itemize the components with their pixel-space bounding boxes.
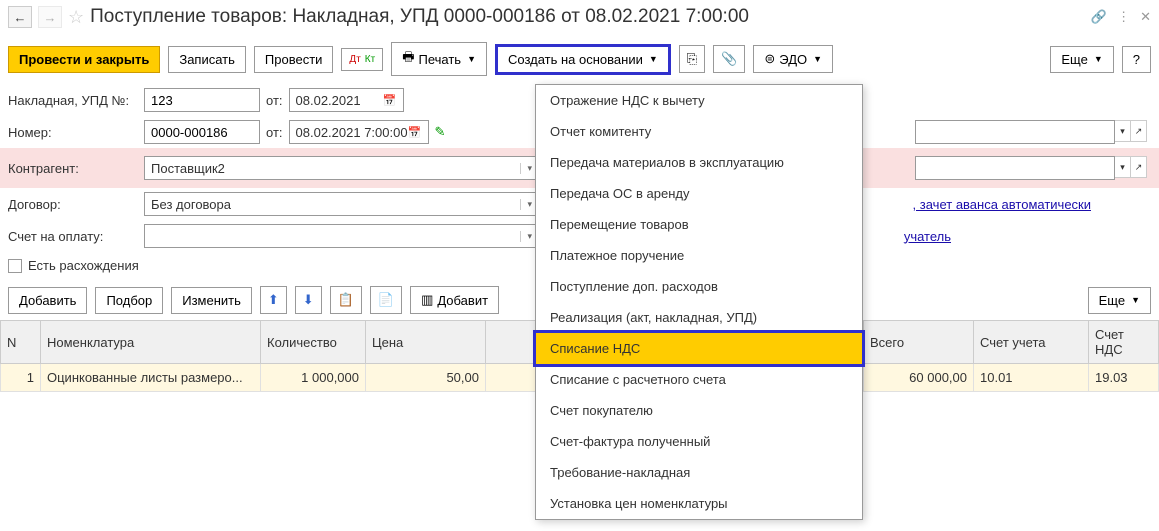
account-select[interactable]: ▾	[144, 224, 539, 248]
from-label-2: от:	[266, 125, 283, 140]
account-label: Счет на оплату:	[8, 229, 138, 244]
contract-link[interactable]: , зачет аванса автоматически	[913, 197, 1091, 212]
post-button[interactable]: Провести	[254, 46, 334, 73]
menu-item[interactable]: Списание с расчетного счета	[536, 364, 862, 395]
menu-item[interactable]: Реализация (акт, накладная, УПД)	[536, 302, 862, 333]
attach-button[interactable]: 📎	[713, 45, 745, 73]
contragent-select[interactable]: Поставщик2▾	[144, 156, 539, 180]
menu-item[interactable]: Счет покупателю	[536, 395, 862, 426]
paste-button[interactable]: 📄	[370, 286, 402, 314]
save-button[interactable]: Записать	[168, 46, 246, 73]
contract-select[interactable]: Без договора▾	[144, 192, 539, 216]
discrepancy-checkbox[interactable]	[8, 259, 22, 273]
link-icon[interactable]: 🔗	[1091, 9, 1107, 25]
add-button[interactable]: Добавить	[8, 287, 87, 314]
calendar-icon[interactable]: 📅	[383, 94, 397, 107]
col-qty[interactable]: Количество	[261, 321, 366, 364]
forward-button[interactable]: →	[38, 6, 62, 28]
menu-item[interactable]: Поступление доп. расходов	[536, 271, 862, 302]
edit-button[interactable]: Изменить	[171, 287, 252, 314]
menu-item[interactable]: Установка цен номенклатуры	[536, 488, 862, 519]
invoice-date-input[interactable]: 08.02.2021📅	[289, 88, 404, 112]
right-select-1[interactable]	[915, 120, 1115, 144]
print-button[interactable]: 🖶 Печать ▼	[391, 42, 487, 76]
open-icon[interactable]: ↗	[1131, 156, 1147, 178]
menu-item[interactable]: Передача материалов в эксплуатацию	[536, 147, 862, 178]
dropdown-icon[interactable]: ▾	[1115, 156, 1131, 178]
col-price[interactable]: Цена	[366, 321, 486, 364]
col-total[interactable]: Всего	[864, 321, 974, 364]
edit-icon[interactable]: ✎	[435, 124, 446, 140]
number-date-input[interactable]: 08.02.2021 7:00:00📅	[289, 120, 429, 144]
close-icon[interactable]: ✕	[1140, 9, 1151, 25]
create-based-button[interactable]: Создать на основании ▼	[495, 44, 671, 75]
col-vat[interactable]: Счет НДС	[1089, 321, 1159, 364]
col-nom[interactable]: Номенклатура	[41, 321, 261, 364]
scan-add-button[interactable]: ▥ Добавит	[410, 286, 499, 314]
page-title: Поступление товаров: Накладная, УПД 0000…	[90, 6, 1085, 28]
invoice-label: Накладная, УПД №:	[8, 93, 138, 108]
discrepancy-label: Есть расхождения	[28, 258, 139, 273]
menu-item[interactable]: Платежное поручение	[536, 240, 862, 271]
dtkt-button[interactable]: ДтКт	[341, 48, 383, 71]
menu-item[interactable]: Требование-накладная	[536, 457, 862, 488]
post-close-button[interactable]: Провести и закрыть	[8, 46, 160, 73]
col-n[interactable]: N	[1, 321, 41, 364]
col-acc[interactable]: Счет учета	[974, 321, 1089, 364]
move-down-button[interactable]: ⬇	[295, 286, 322, 314]
structure-button[interactable]: ⎘	[679, 45, 705, 73]
menu-item[interactable]: Отражение НДС к вычету	[536, 85, 862, 116]
contragent-label: Контрагент:	[8, 161, 138, 176]
contract-label: Договор:	[8, 197, 138, 212]
menu-item[interactable]: Передача ОС в аренду	[536, 178, 862, 209]
dropdown-icon[interactable]: ▾	[1115, 120, 1131, 142]
right-select-2[interactable]	[915, 156, 1115, 180]
menu-item[interactable]: Списание НДС	[536, 333, 862, 364]
menu-item[interactable]: Отчет комитенту	[536, 116, 862, 147]
edo-button[interactable]: ⊜ ЭДО ▼	[753, 45, 833, 73]
from-label: от:	[266, 93, 283, 108]
invoice-no-input[interactable]	[144, 88, 260, 112]
select-button[interactable]: Подбор	[95, 287, 163, 314]
back-button[interactable]: ←	[8, 6, 32, 28]
menu-item[interactable]: Перемещение товаров	[536, 209, 862, 240]
copy-button[interactable]: 📋	[330, 286, 362, 314]
number-input[interactable]	[144, 120, 260, 144]
help-button[interactable]: ?	[1122, 46, 1151, 73]
create-based-menu: Отражение НДС к вычетуОтчет комитентуПер…	[535, 84, 863, 520]
more-icon[interactable]: ⋮	[1117, 9, 1130, 25]
number-label: Номер:	[8, 125, 138, 140]
table-more-button[interactable]: Еще ▼	[1088, 287, 1151, 314]
calendar-icon[interactable]: 📅	[408, 126, 422, 139]
recipient-link[interactable]: учатель	[904, 229, 951, 244]
move-up-button[interactable]: ⬆	[260, 286, 287, 314]
more-button[interactable]: Еще ▼	[1050, 46, 1113, 73]
menu-item[interactable]: Счет-фактура полученный	[536, 426, 862, 457]
favorite-icon[interactable]: ☆	[68, 7, 84, 28]
open-icon[interactable]: ↗	[1131, 120, 1147, 142]
